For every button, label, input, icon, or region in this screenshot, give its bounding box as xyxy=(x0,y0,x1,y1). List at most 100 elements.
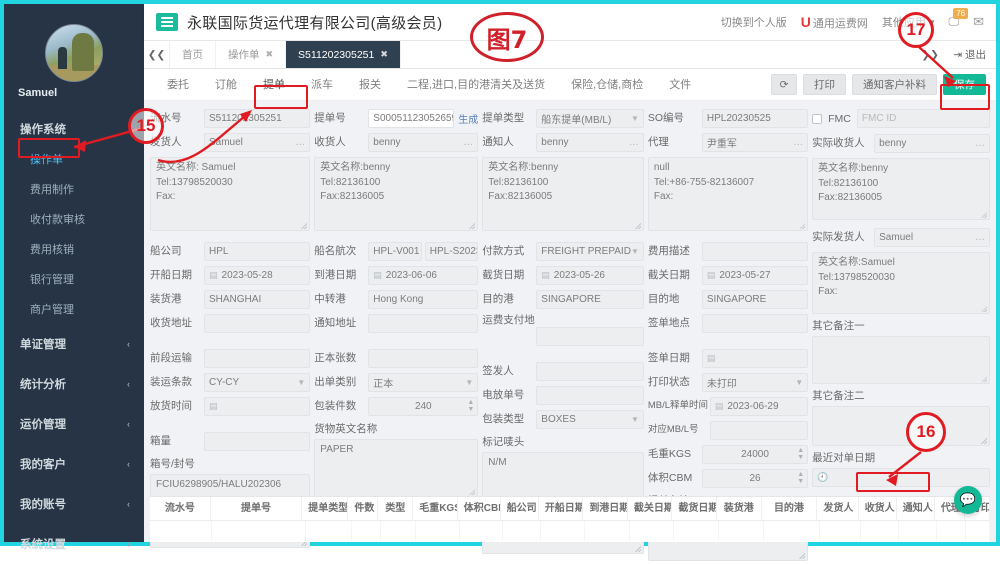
goods-english-name-textarea[interactable]: PAPER xyxy=(314,439,479,497)
grid-header-cell[interactable]: 开船日期 xyxy=(539,497,584,521)
so-no-input[interactable]: HPL20230525 xyxy=(701,109,809,128)
sidebar-item-merchant-management[interactable]: 商户管理 xyxy=(4,294,144,324)
sidebar-group-operations[interactable]: 操作系统 xyxy=(4,112,144,144)
package-type-select[interactable]: BOXES ▼ xyxy=(536,410,644,429)
stepper-arrows-icon[interactable]: ▲ ▼ xyxy=(797,471,804,485)
agent-input[interactable]: 尹重军 … xyxy=(701,133,809,152)
grid-header-cell[interactable]: 流水号 xyxy=(150,497,211,521)
eta-date-input[interactable]: ▤ 2023-06-06 xyxy=(368,266,479,285)
serial-no-input[interactable]: S511202305251 xyxy=(204,109,311,128)
original-copies-input[interactable] xyxy=(368,349,479,368)
sidebar-item-operation-order[interactable]: 操作单 xyxy=(4,144,144,174)
issuer-input[interactable] xyxy=(536,362,644,381)
grid-header-cell[interactable]: 毛重KGS xyxy=(413,497,458,521)
package-qty-stepper[interactable]: 240 ▲ ▼ xyxy=(368,397,479,416)
vessel-input[interactable]: HPL-V001 xyxy=(368,242,422,261)
etd-date-input[interactable]: ▤ 2023-05-28 xyxy=(204,266,311,285)
grid-header-cell[interactable]: 船公司 xyxy=(501,497,539,521)
grid-header-cell[interactable]: 类型 xyxy=(378,497,414,521)
exit-button[interactable]: ⇥ 退出 xyxy=(943,41,996,68)
container-qty-input[interactable] xyxy=(204,432,311,451)
payment-method-select[interactable]: FREIGHT PREPAID ▼ xyxy=(536,242,644,261)
ellipsis-icon[interactable]: … xyxy=(793,137,803,148)
fmc-id-input[interactable]: FMC ID xyxy=(856,109,991,128)
section-tab-customs[interactable]: 报关 xyxy=(346,69,394,101)
ellipsis-icon[interactable]: … xyxy=(295,137,305,148)
pre-carriage-input[interactable] xyxy=(204,349,311,368)
bell-icon[interactable]: 🖵 76 xyxy=(948,7,969,29)
grid-header-cell[interactable]: 件数 xyxy=(348,497,379,521)
tab-operation-order[interactable]: 操作单 ✖ xyxy=(216,41,287,68)
pod-input[interactable]: SINGAPORE xyxy=(536,290,644,309)
consignee-detail-textarea[interactable]: 英文名称:benny Tel:82136100 Fax:82136005 xyxy=(314,157,479,231)
grid-header-cell[interactable]: 截关日期 xyxy=(628,497,673,521)
grid-header-cell[interactable]: 装货港 xyxy=(717,497,762,521)
ellipsis-icon[interactable]: … xyxy=(629,137,639,148)
gross-weight-stepper[interactable]: 24000 ▲ ▼ xyxy=(701,445,809,464)
other-remark1-textarea[interactable] xyxy=(812,336,991,384)
volume-stepper[interactable]: 26 ▲ ▼ xyxy=(701,469,809,488)
actual-shipper-detail-textarea[interactable]: 英文名称:Samuel Tel:13798520030 Fax: xyxy=(812,252,991,314)
print-button[interactable]: 打印 xyxy=(803,74,846,95)
shipper-input[interactable]: Samuel … xyxy=(204,133,311,152)
close-icon[interactable]: ✖ xyxy=(266,49,274,60)
generate-bl-no-link[interactable]: 生成 xyxy=(458,111,478,126)
print-status-select[interactable]: 未打印 ▼ xyxy=(701,373,809,392)
section-tab-files[interactable]: 文件 xyxy=(656,69,704,101)
sidebar-item-fee-creation[interactable]: 费用制作 xyxy=(4,174,144,204)
sidebar-item-bank-management[interactable]: 银行管理 xyxy=(4,264,144,294)
other-apps-menu[interactable]: 其他应用 ▾ xyxy=(882,14,935,30)
notify-party-detail-textarea[interactable]: 英文名称:benny Tel:82136100 Fax:82136005 xyxy=(482,157,644,231)
sidebar-item-my-customers[interactable]: 我的客户 ‹ xyxy=(4,444,144,484)
telex-no-input[interactable] xyxy=(536,386,644,405)
grid-header-cell[interactable]: 通知人 xyxy=(897,497,935,521)
grid-header-cell[interactable]: 截货日期 xyxy=(672,497,717,521)
actual-consignee-detail-textarea[interactable]: 英文名称:benny Tel:82136100 Fax:82136005 xyxy=(812,158,991,220)
switch-personal-link[interactable]: 切换到个人版 xyxy=(721,14,787,30)
shipping-terms-select[interactable]: CY-CY ▼ xyxy=(204,373,311,392)
sidebar-item-document-management[interactable]: 单证管理 ‹ xyxy=(4,324,144,364)
hamburger-icon[interactable] xyxy=(156,13,178,31)
receive-address-input[interactable] xyxy=(204,314,311,333)
sign-place-input[interactable] xyxy=(701,314,809,333)
bl-type-select[interactable]: 船东提单(MB/L) ▼ xyxy=(536,109,644,128)
destination-input[interactable]: SINGAPORE xyxy=(701,290,809,309)
shipper-detail-textarea[interactable]: 英文名称: Samuel Tel:13798520030 Fax: xyxy=(150,157,311,231)
tab-s511202305251[interactable]: S511202305251 ✖ xyxy=(286,41,401,68)
notify-address-input[interactable] xyxy=(368,314,479,333)
sidebar-item-statistics[interactable]: 统计分析 ‹ xyxy=(4,364,144,404)
grid-header-cell[interactable]: 目的港 xyxy=(762,497,818,521)
section-tab-booking[interactable]: 订舱 xyxy=(202,69,250,101)
grid-header-cell[interactable]: 发货人 xyxy=(817,497,859,521)
grid-header-cell[interactable]: 收货人 xyxy=(859,497,897,521)
bl-no-input[interactable]: S00051123052659A xyxy=(368,109,455,128)
stepper-arrows-icon[interactable]: ▲ ▼ xyxy=(797,447,804,461)
section-tab-bill-of-lading[interactable]: 提单 xyxy=(250,69,298,101)
mbl-release-date-input[interactable]: ▤ 2023-06-29 xyxy=(709,397,809,416)
grid-header-cell[interactable]: 提单类型 xyxy=(302,497,349,521)
agent-detail-textarea[interactable]: null Tel:+86-755-82136007 Fax: xyxy=(647,157,809,231)
release-time-input[interactable]: ▤ xyxy=(204,397,311,416)
close-icon[interactable]: ✖ xyxy=(380,49,388,60)
sidebar-item-my-account[interactable]: 我的账号 ‹ xyxy=(4,484,144,524)
ellipsis-icon[interactable]: … xyxy=(975,138,985,149)
section-tab-dispatch[interactable]: 派车 xyxy=(298,69,346,101)
notify-party-input[interactable]: benny … xyxy=(536,133,644,152)
chevron-double-right-icon[interactable]: ❯❯ xyxy=(917,41,943,68)
consignee-input[interactable]: benny … xyxy=(368,133,479,152)
chat-icon[interactable]: 💬 xyxy=(954,486,982,514)
sidebar-item-payment-review[interactable]: 收付款审核 xyxy=(4,204,144,234)
section-tab-insurance[interactable]: 保险,仓储,商检 xyxy=(558,69,656,101)
sidebar-item-fee-writeoff[interactable]: 费用核销 xyxy=(4,234,144,264)
fmc-checkbox[interactable] xyxy=(812,113,823,124)
actual-shipper-input[interactable]: Samuel … xyxy=(874,228,991,247)
customs-cutoff-date-input[interactable]: ▤ 2023-05-27 xyxy=(701,266,809,285)
grid-header-cell[interactable]: 到港日期 xyxy=(583,497,628,521)
sign-date-input[interactable]: ▤ xyxy=(701,349,809,368)
section-tab-entrust[interactable]: 委托 xyxy=(154,69,202,101)
notify-customer-button[interactable]: 通知客户补料 xyxy=(852,74,937,95)
refresh-icon[interactable]: ⟳ xyxy=(771,74,797,95)
other-remark2-textarea[interactable] xyxy=(812,406,991,446)
mbl-no-input[interactable] xyxy=(709,421,809,440)
ellipsis-icon[interactable]: … xyxy=(975,232,985,243)
